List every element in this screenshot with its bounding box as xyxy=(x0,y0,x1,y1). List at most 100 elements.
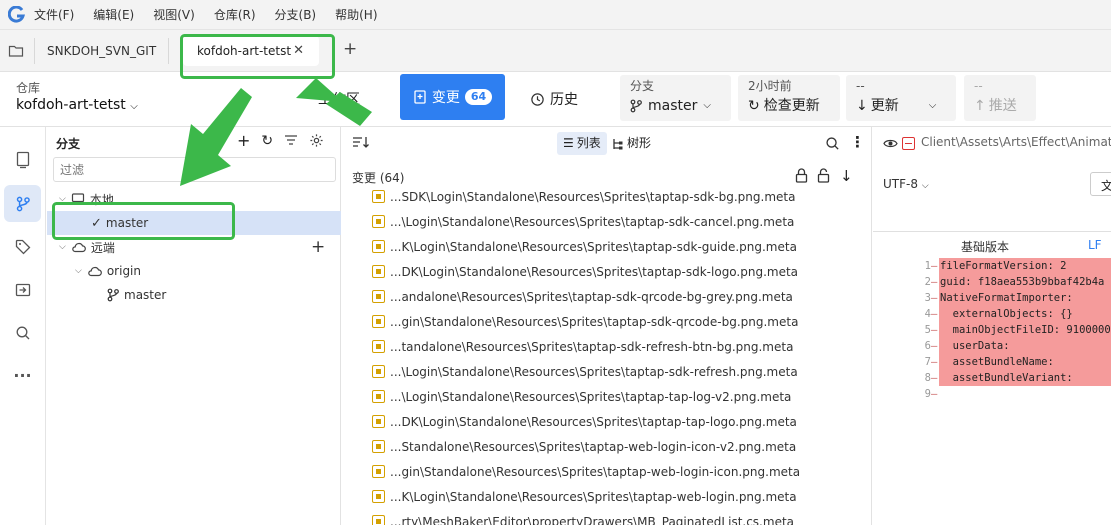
menu-repository[interactable]: 仓库(R) xyxy=(214,0,256,30)
line-marker: — xyxy=(931,276,938,288)
wrap-button[interactable]: 文 xyxy=(1090,172,1111,196)
branch-selector-value: master xyxy=(648,98,698,114)
file-row[interactable]: ...tandalone\Resources\Sprites\taptap-sd… xyxy=(342,334,872,359)
modified-icon xyxy=(372,290,385,303)
origin-master-label: master xyxy=(124,288,167,302)
activity-bar: ··· xyxy=(0,127,46,525)
tree-origin-master[interactable]: master xyxy=(47,283,341,307)
file-row[interactable]: ...K\Login\Standalone\Resources\Sprites\… xyxy=(342,234,872,259)
branch-nav-icon[interactable] xyxy=(4,185,41,222)
code-text: NativeFormatImporter: xyxy=(939,290,1111,306)
changes-button[interactable]: 变更 64 xyxy=(400,74,505,120)
add-branch-icon[interactable]: + xyxy=(237,133,250,152)
baseline-label: 基础版本 xyxy=(961,240,1010,254)
modified-icon xyxy=(372,265,385,278)
code-line: 2— guid: f18aea553b9bbaf42b4a xyxy=(873,274,1111,290)
repo-selector[interactable]: kofdoh-art-tetst ⌵ xyxy=(16,97,138,113)
menu-help[interactable]: 帮助(H) xyxy=(335,0,377,30)
line-number: 1 xyxy=(924,260,931,272)
tree-local-master[interactable]: ✓ master xyxy=(47,211,341,235)
search-icon[interactable] xyxy=(825,136,840,155)
modified-icon xyxy=(372,215,385,228)
chevron-down-icon[interactable]: ⌵ xyxy=(929,94,937,118)
folder-icon[interactable] xyxy=(8,43,24,59)
refresh-icon[interactable]: ↻ xyxy=(261,133,273,152)
tree-view-label: 树形 xyxy=(627,136,652,150)
filter-icon[interactable] xyxy=(284,133,298,152)
history-icon xyxy=(531,92,544,106)
menu-view[interactable]: 视图(V) xyxy=(153,0,195,30)
tree-remote[interactable]: ⌵ 远端 + xyxy=(47,235,341,259)
check-updates-button[interactable]: 2小时前 ↻ 检查更新 xyxy=(738,75,840,121)
more-vertical-icon[interactable]: ⋮ xyxy=(850,133,865,151)
tab-kofdoh-art-tetst[interactable]: kofdoh-art-tetst ✕ xyxy=(183,36,319,66)
file-row[interactable]: ...SDK\Login\Standalone\Resources\Sprite… xyxy=(342,184,872,209)
menu-file[interactable]: 文件(F) xyxy=(34,0,74,30)
file-path: ...SDK\Login\Standalone\Resources\Sprite… xyxy=(390,189,796,204)
encoding-label: UTF-8 xyxy=(883,177,918,191)
modified-icon xyxy=(372,465,385,478)
code-line: 6— userData: xyxy=(873,338,1111,354)
stash-icon[interactable] xyxy=(4,271,41,308)
eye-icon[interactable] xyxy=(883,138,898,153)
sort-icon[interactable] xyxy=(352,135,370,153)
wrap-label: 文 xyxy=(1101,179,1111,193)
line-number: 9 xyxy=(924,388,931,400)
search-icon[interactable] xyxy=(4,314,41,351)
arrow-down-icon[interactable]: ↓ xyxy=(840,167,853,185)
file-row[interactable]: ...DK\Login\Standalone\Resources\Sprites… xyxy=(342,409,872,434)
line-number: 4 xyxy=(924,308,931,320)
menu-branch[interactable]: 分支(B) xyxy=(275,0,317,30)
tab-snkdoh-svn-git[interactable]: SNKDOH_SVN_GIT xyxy=(34,38,170,64)
modified-icon xyxy=(372,340,385,353)
repo-label: 仓库 xyxy=(16,81,41,95)
file-row[interactable]: ...\Login\Standalone\Resources\Sprites\t… xyxy=(342,384,872,409)
code-text: assetBundleName: xyxy=(939,354,1111,370)
tag-icon[interactable] xyxy=(4,228,41,265)
local-label: 本地 xyxy=(89,192,114,207)
file-path: ...Standalone\Resources\Sprites\taptap-w… xyxy=(390,439,797,454)
update-button[interactable]: -- ↓ 更新 ⌵ xyxy=(846,75,956,121)
file-row[interactable]: ...K\Login\Standalone\Resources\Sprites\… xyxy=(342,484,872,509)
file-row[interactable]: ...Standalone\Resources\Sprites\taptap-w… xyxy=(342,434,872,459)
push-label: 推送 xyxy=(988,98,1017,114)
file-row[interactable]: ...\Login\Standalone\Resources\Sprites\t… xyxy=(342,359,872,384)
history-label: 历史 xyxy=(550,92,578,108)
arrow-up-icon: ↑ xyxy=(974,98,986,114)
file-path: ...K\Login\Standalone\Resources\Sprites\… xyxy=(390,489,797,504)
add-remote-icon[interactable]: + xyxy=(311,237,325,257)
file-row[interactable]: ...DK\Login\Standalone\Resources\Sprites… xyxy=(342,259,872,284)
file-row[interactable]: ...andalone\Resources\Sprites\taptap-sdk… xyxy=(342,284,872,309)
origin-label: origin xyxy=(106,264,141,278)
tree-view-button[interactable]: 树形 xyxy=(612,132,651,155)
line-number: 6 xyxy=(924,340,931,352)
file-row[interactable]: ...gin\Standalone\Resources\Sprites\tapt… xyxy=(342,309,872,334)
encoding-selector[interactable]: UTF-8 ⌵ xyxy=(883,177,929,191)
branch-selector[interactable]: 分支 master ⌵ xyxy=(620,75,731,121)
history-button[interactable]: 历史 xyxy=(530,89,578,109)
menu-edit[interactable]: 编辑(E) xyxy=(93,0,134,30)
file-row[interactable]: ...gin\Standalone\Resources\Sprites\tapt… xyxy=(342,459,872,484)
remote-label: 远端 xyxy=(90,240,115,255)
file-path: ...andalone\Resources\Sprites\taptap-sdk… xyxy=(390,289,793,304)
tree-origin[interactable]: ⌵ origin xyxy=(47,259,341,283)
update-status: -- xyxy=(856,79,865,93)
tree-local[interactable]: ⌵ 本地 xyxy=(47,187,341,211)
file-path: ...K\Login\Standalone\Resources\Sprites\… xyxy=(390,239,797,254)
file-path: ...gin\Standalone\Resources\Sprites\tapt… xyxy=(390,464,801,479)
repo-name: kofdoh-art-tetst xyxy=(16,97,126,113)
cloud-icon xyxy=(72,242,86,253)
file-row[interactable]: ...\Login\Standalone\Resources\Sprites\t… xyxy=(342,209,872,234)
workarea-nav-icon[interactable] xyxy=(4,141,41,178)
code-text: assetBundleVariant: xyxy=(939,370,1111,386)
workarea-button[interactable]: 工作区 xyxy=(318,89,360,109)
push-button[interactable]: -- ↑ 推送 xyxy=(964,75,1036,121)
file-row[interactable]: ...rty\MeshBaker\Editor\propertyDrawers\… xyxy=(342,509,872,525)
gear-icon[interactable] xyxy=(309,133,324,152)
add-tab-icon[interactable]: + xyxy=(343,39,357,59)
code-line: 5— mainObjectFileID: 9100000 xyxy=(873,322,1111,338)
branch-filter-input[interactable] xyxy=(53,157,336,182)
close-icon[interactable]: ✕ xyxy=(293,36,304,66)
list-view-button[interactable]: ☰ 列表 xyxy=(557,132,607,155)
more-icon[interactable]: ··· xyxy=(4,357,41,394)
